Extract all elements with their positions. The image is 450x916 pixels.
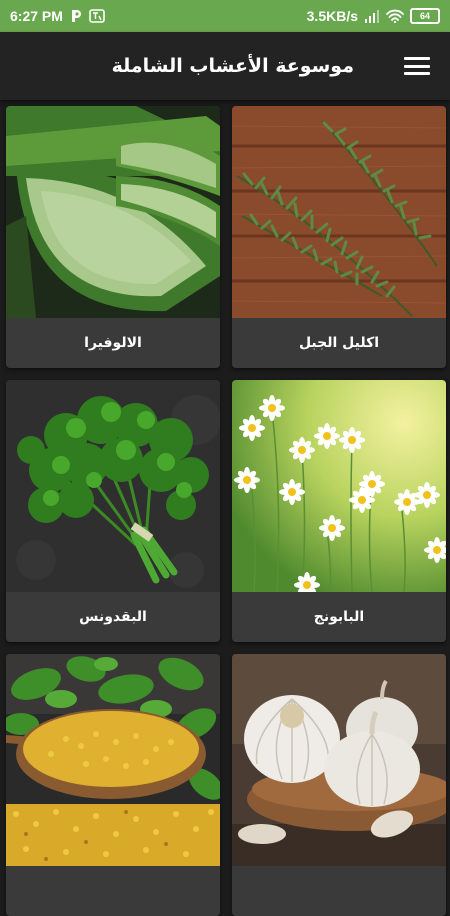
p-notification-icon <box>69 9 83 23</box>
page-title: موسوعة الأعشاب الشاملة <box>111 55 354 77</box>
herb-card-aloe-vera[interactable]: الالوفيرا <box>6 106 220 368</box>
rosemary-image <box>232 106 446 318</box>
parsley-image <box>6 380 220 592</box>
chamomile-image <box>232 380 446 592</box>
herb-card-parsley[interactable]: البقدونس <box>6 380 220 642</box>
herb-name <box>232 866 446 916</box>
herb-card-chamomile[interactable]: البابونج <box>232 380 446 642</box>
herb-name: الالوفيرا <box>84 335 142 351</box>
herb-name <box>6 866 220 916</box>
garlic-image <box>232 654 446 866</box>
status-time: 6:27 PM <box>10 8 63 24</box>
herb-name: البقدونس <box>79 609 147 625</box>
fenugreek-image <box>6 654 220 866</box>
herb-name: البابونج <box>313 609 365 625</box>
status-bar: 6:27 PM 3.5KB/s 64 <box>0 0 450 32</box>
herb-name: اكليل الجبل <box>298 335 380 351</box>
herb-card-garlic[interactable] <box>232 654 446 916</box>
translate-icon <box>89 9 105 23</box>
herb-grid: اكليل الجبل الالوفيرا البابونج البقدونس <box>0 100 450 916</box>
hamburger-menu-icon[interactable] <box>404 54 430 78</box>
wifi-icon <box>386 9 404 23</box>
app-bar: موسوعة الأعشاب الشاملة <box>0 32 450 100</box>
network-speed: 3.5KB/s <box>306 8 358 24</box>
signal-icon <box>364 9 380 23</box>
aloe-vera-image <box>6 106 220 318</box>
herb-card-fenugreek[interactable] <box>6 654 220 916</box>
herb-card-rosemary[interactable]: اكليل الجبل <box>232 106 446 368</box>
battery-icon: 64 <box>410 8 440 24</box>
